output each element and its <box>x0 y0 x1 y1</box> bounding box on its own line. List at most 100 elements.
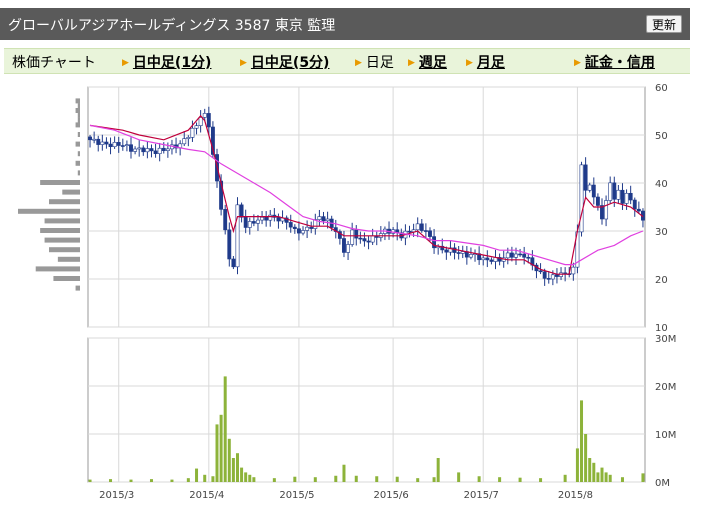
candle-body <box>571 266 576 275</box>
candle-body <box>186 137 191 139</box>
volume-bar <box>170 479 174 482</box>
candle-body <box>612 182 617 200</box>
candle-body <box>104 141 109 145</box>
candle-body <box>419 223 424 231</box>
candle-body <box>325 218 330 222</box>
candle-body <box>550 274 555 280</box>
volume-bar <box>88 479 92 482</box>
x-tick-label: 2015/4 <box>189 490 224 501</box>
volume-bar <box>600 467 604 482</box>
candle-body <box>157 147 162 154</box>
price-panel <box>87 86 646 328</box>
candle-body <box>505 252 510 259</box>
price-profile-bar <box>75 98 80 104</box>
volume-bar <box>109 479 113 482</box>
candle-body <box>546 278 551 280</box>
candle-body <box>489 259 494 262</box>
candle-body <box>194 125 199 129</box>
price-profile-bar <box>53 276 80 281</box>
x-tick-label: 2015/8 <box>558 490 593 501</box>
candle-body <box>268 214 273 221</box>
price-profile-group <box>18 98 80 291</box>
price-profile-bar <box>44 218 80 224</box>
candle-body <box>595 196 600 206</box>
candle-body <box>247 221 252 228</box>
candle-body <box>538 270 543 273</box>
candle-body <box>239 204 244 218</box>
candle-body <box>296 228 301 234</box>
price-profile-bar <box>57 256 80 262</box>
volume-bar <box>313 477 317 482</box>
price-profile-bar <box>75 122 80 128</box>
candle-body <box>145 148 150 153</box>
price-profile-bar <box>44 237 80 243</box>
candle-body <box>456 252 461 254</box>
candle-body <box>518 253 523 256</box>
volume-bar <box>596 472 600 482</box>
volume-bar <box>252 477 256 482</box>
candle-body <box>366 240 371 243</box>
candle-body <box>260 216 265 221</box>
candle-body <box>223 209 228 231</box>
volume-bar <box>235 453 239 482</box>
candle-body <box>485 257 490 261</box>
candle-body <box>579 164 584 233</box>
volume-bar <box>436 458 440 482</box>
candle-body <box>124 144 129 146</box>
candle-body <box>555 274 559 277</box>
x-tick-label: 2015/7 <box>464 490 499 501</box>
volume-bar <box>584 434 588 482</box>
price-profile-bar <box>75 108 80 113</box>
price-profile-bar <box>77 170 80 176</box>
candle-body <box>583 164 588 191</box>
candle-body <box>153 150 158 154</box>
volume-bar <box>592 462 596 482</box>
candle-body <box>509 252 514 258</box>
candle-body <box>415 223 420 231</box>
candle-body <box>108 143 113 148</box>
price-profile-bar <box>77 103 80 109</box>
volume-bar <box>498 477 502 482</box>
volume-bar <box>231 458 235 482</box>
price-profile-bar <box>77 132 80 137</box>
volume-bar <box>477 476 481 482</box>
volume-bar <box>211 476 215 482</box>
candle-body <box>112 142 117 148</box>
volume-bar <box>219 414 223 482</box>
candle-body <box>514 253 518 258</box>
volume-bar <box>580 400 584 482</box>
candle-body <box>165 148 170 151</box>
candle-body <box>604 200 609 220</box>
candle-body <box>423 230 428 232</box>
candle-body <box>301 230 305 234</box>
candle-body <box>198 117 203 126</box>
candle-body <box>620 189 625 204</box>
volume-bar <box>395 476 399 482</box>
volume-bar <box>227 438 231 482</box>
volume-bar <box>354 475 358 482</box>
candle-body <box>116 142 121 146</box>
volume-bar <box>149 479 153 482</box>
volume-bar <box>186 478 190 482</box>
volume-bar <box>432 477 436 482</box>
price-profile-bar <box>35 266 80 272</box>
candle-body <box>276 217 281 222</box>
volume-bar <box>604 472 608 482</box>
candle-body <box>161 147 166 151</box>
price-y-tick-label: 20 <box>655 275 668 286</box>
volume-bar <box>608 474 612 482</box>
candle-body <box>120 145 125 147</box>
volume-y-tick-label: 0M <box>655 478 670 489</box>
volume-bar <box>334 475 338 482</box>
volume-bar <box>457 472 461 482</box>
candle-body <box>522 253 527 258</box>
volume-y-tick-label: 30M <box>655 334 676 345</box>
price-profile-bar <box>77 117 80 123</box>
candle-body <box>92 138 97 141</box>
candle-body <box>243 216 248 228</box>
candle-body <box>628 192 633 201</box>
volume-bar <box>244 472 248 482</box>
candle-body <box>141 147 146 153</box>
candle-body <box>227 229 232 260</box>
candle-body <box>190 127 195 138</box>
